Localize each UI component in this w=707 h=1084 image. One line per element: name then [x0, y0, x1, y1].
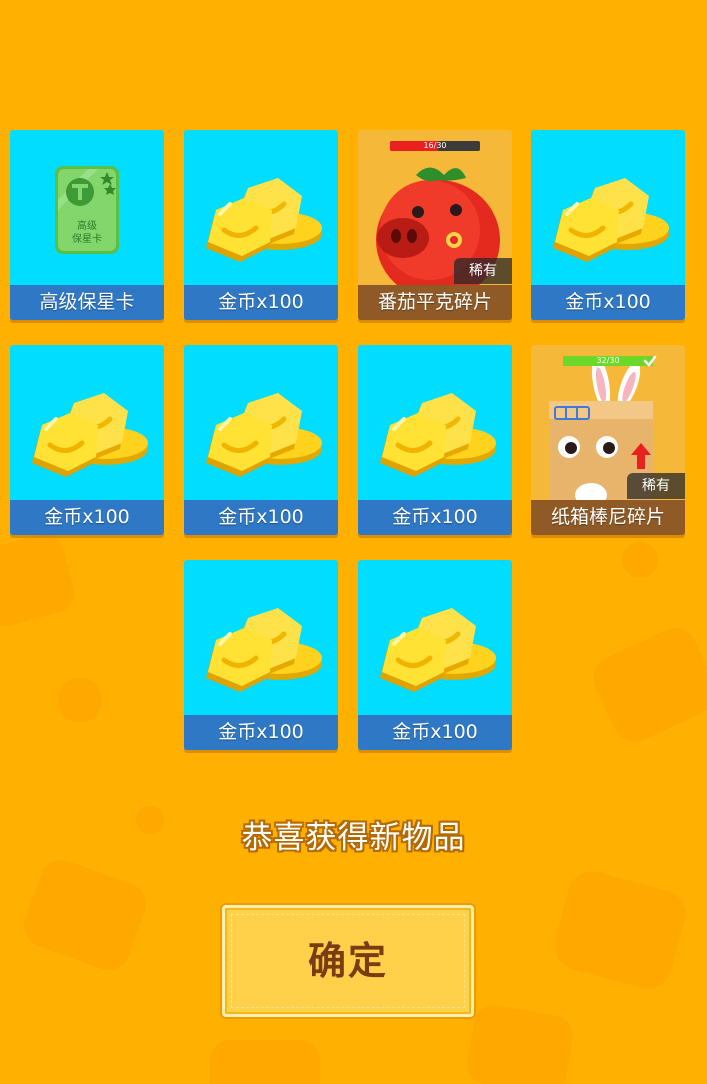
reward-card-cardboard-bunny[interactable]: 32/30 稀有 纸箱棒尼碎片 — [531, 345, 685, 535]
check-icon — [643, 355, 657, 367]
progress-text: 16/30 — [423, 141, 447, 150]
fragment-progress-bar: 16/30 — [390, 141, 480, 151]
svg-text:高级: 高级 — [77, 219, 97, 232]
reward-label: 金币x100 — [184, 500, 338, 535]
reward-label: 金币x100 — [10, 500, 164, 535]
reward-card-coins[interactable]: 金币x100 — [184, 560, 338, 750]
rewards-grid: 高级 保星卡 高级保星卡 金币x100 16/30 稀有 番茄平克碎片 金币x1… — [0, 0, 707, 760]
reward-label: 金币x100 — [358, 500, 512, 535]
svg-text:保星卡: 保星卡 — [72, 232, 102, 245]
reward-label: 金币x100 — [184, 715, 338, 750]
reward-card-coins[interactable]: 金币x100 — [531, 130, 685, 320]
congrats-message: 恭喜获得新物品 — [241, 820, 466, 856]
reward-label: 高级保星卡 — [10, 285, 164, 320]
gold-coins-icon — [32, 393, 148, 477]
rare-badge: 稀有 — [454, 258, 512, 284]
star-protection-card-icon: 高级 保星卡 — [55, 166, 119, 254]
gold-coins-icon — [553, 178, 669, 262]
reward-label: 金币x100 — [184, 285, 338, 320]
reward-card-coins[interactable]: 金币x100 — [10, 345, 164, 535]
reward-label: 金币x100 — [358, 715, 512, 750]
confirm-button[interactable]: 确定 — [222, 905, 474, 1017]
gold-coins-icon — [380, 608, 496, 692]
progress-text: 32/30 — [596, 356, 620, 365]
reward-label: 金币x100 — [531, 285, 685, 320]
reward-card-coins[interactable]: 金币x100 — [184, 345, 338, 535]
gold-coins-icon — [380, 393, 496, 477]
gold-coins-icon — [206, 178, 322, 262]
confirm-button-label: 确定 — [307, 939, 388, 983]
fragment-progress-bar: 32/30 — [563, 356, 653, 366]
gold-coins-icon — [206, 608, 322, 692]
reward-label: 纸箱棒尼碎片 — [531, 500, 685, 535]
reward-card-coins[interactable]: 金币x100 — [358, 345, 512, 535]
reward-card-tomato-pig[interactable]: 16/30 稀有 番茄平克碎片 — [358, 130, 512, 320]
reward-label: 番茄平克碎片 — [358, 285, 512, 320]
reward-card-star-card[interactable]: 高级 保星卡 高级保星卡 — [10, 130, 164, 320]
gold-coins-icon — [206, 393, 322, 477]
reward-card-coins[interactable]: 金币x100 — [184, 130, 338, 320]
rare-badge: 稀有 — [627, 473, 685, 499]
reward-card-coins[interactable]: 金币x100 — [358, 560, 512, 750]
